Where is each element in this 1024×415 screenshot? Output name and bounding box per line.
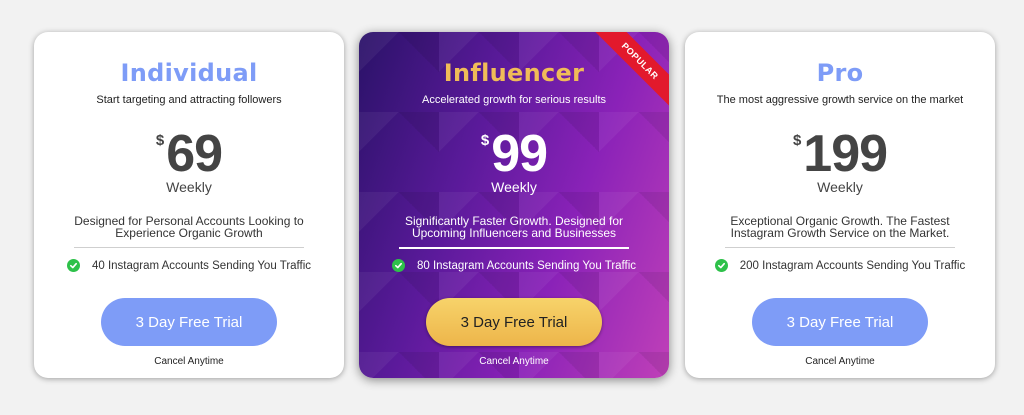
pricing-page: { "colors": { "individual_title": "#7e9c… bbox=[0, 0, 1024, 415]
price: $ 199 bbox=[685, 126, 995, 182]
billing-period: Weekly bbox=[817, 179, 863, 195]
check-circle-icon bbox=[66, 259, 80, 272]
divider bbox=[399, 247, 629, 249]
currency-symbol: $ bbox=[792, 132, 802, 149]
plan-card-individual: Individual Start targeting and attractin… bbox=[34, 32, 344, 378]
check-circle-icon bbox=[391, 259, 405, 272]
currency-symbol: $ bbox=[155, 132, 165, 149]
cancel-note: Cancel Anytime bbox=[805, 356, 875, 367]
plan-description: Exceptional Organic Growth. The Fastest … bbox=[730, 214, 950, 240]
plan-card-pro: Pro The most aggressive growth service o… bbox=[685, 32, 995, 378]
feature-item: 80 Instagram Accounts Sending You Traffi… bbox=[359, 259, 669, 272]
price-amount: 99 bbox=[491, 125, 548, 183]
feature-label: 200 Instagram Accounts Sending You Traff… bbox=[739, 259, 966, 272]
feature-item: 40 Instagram Accounts Sending You Traffi… bbox=[34, 259, 344, 272]
plan-subtitle: Start targeting and attracting followers bbox=[96, 94, 282, 106]
free-trial-button[interactable]: 3 Day Free Trial bbox=[426, 298, 602, 346]
feature-label: 80 Instagram Accounts Sending You Traffi… bbox=[416, 259, 637, 272]
plan-subtitle: Accelerated growth for serious results bbox=[421, 94, 607, 106]
billing-period: Weekly bbox=[166, 179, 212, 195]
price-amount: 69 bbox=[166, 125, 223, 183]
price-amount: 199 bbox=[803, 125, 888, 183]
billing-period: Weekly bbox=[491, 179, 537, 195]
plan-subtitle: The most aggressive growth service on th… bbox=[716, 94, 964, 106]
plan-card-influencer: POPULAR Influencer Accelerated growth fo… bbox=[359, 32, 669, 378]
plan-description: Significantly Faster Growth. Designed fo… bbox=[404, 214, 624, 240]
price: $ 99 bbox=[359, 126, 669, 182]
check-circle-icon bbox=[714, 259, 728, 272]
cancel-note: Cancel Anytime bbox=[479, 356, 549, 367]
currency-symbol: $ bbox=[480, 132, 490, 149]
cancel-note: Cancel Anytime bbox=[154, 356, 224, 367]
plan-title: Individual bbox=[120, 59, 258, 87]
feature-item: 200 Instagram Accounts Sending You Traff… bbox=[685, 259, 995, 272]
free-trial-button[interactable]: 3 Day Free Trial bbox=[752, 298, 928, 346]
plan-title: Pro bbox=[816, 59, 864, 87]
divider bbox=[725, 247, 955, 248]
divider bbox=[74, 247, 304, 248]
price: $ 69 bbox=[34, 126, 344, 182]
free-trial-button[interactable]: 3 Day Free Trial bbox=[101, 298, 277, 346]
feature-label: 40 Instagram Accounts Sending You Traffi… bbox=[91, 259, 312, 272]
plan-title: Influencer bbox=[443, 59, 585, 87]
plan-description: Designed for Personal Accounts Looking t… bbox=[74, 214, 304, 240]
